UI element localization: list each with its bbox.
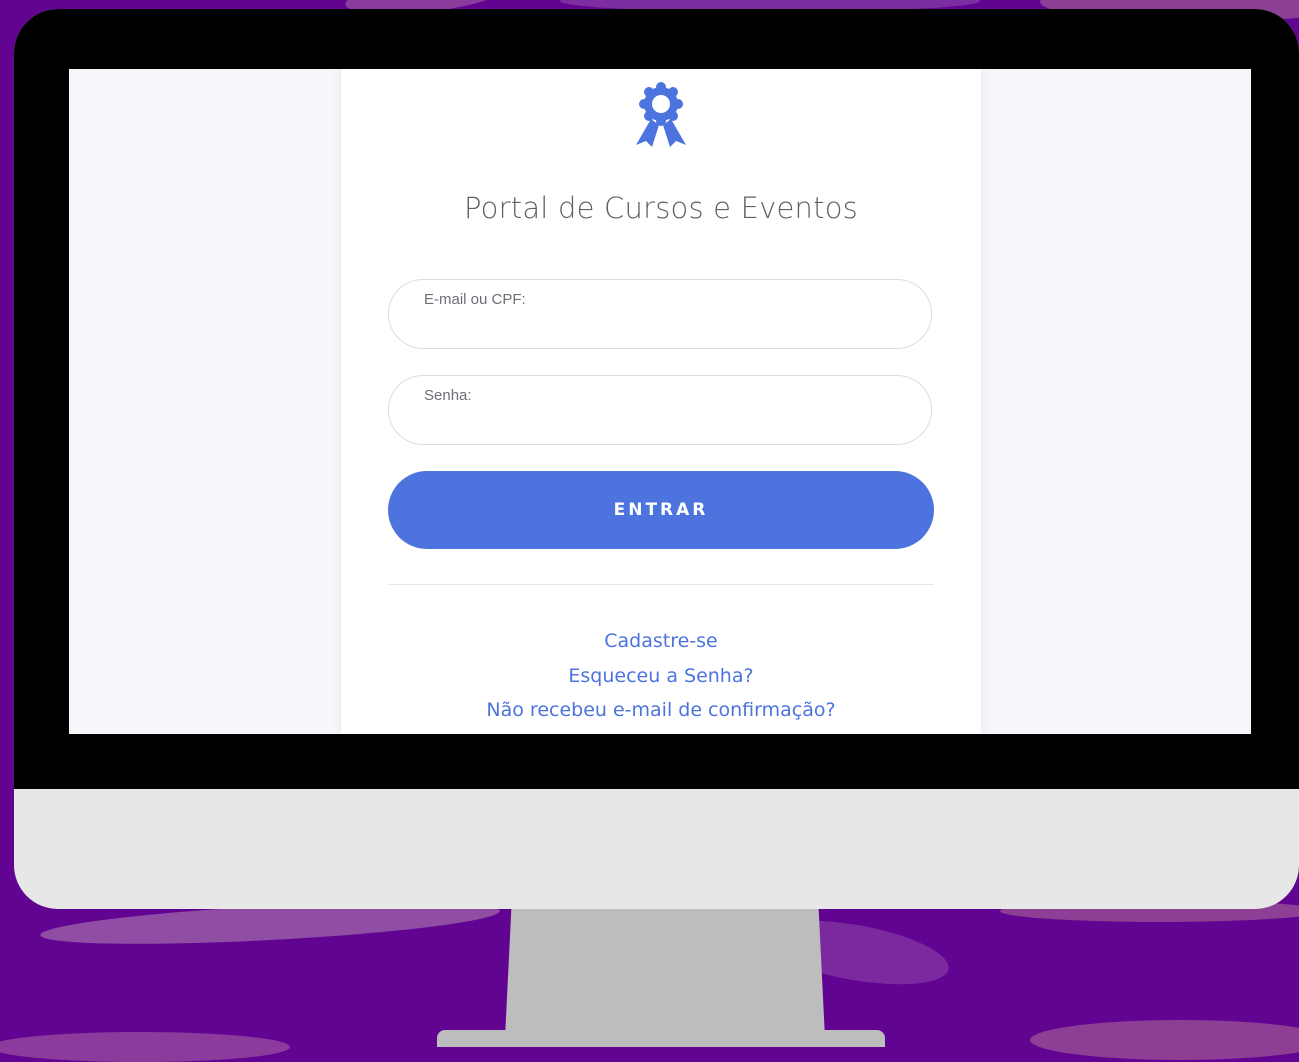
password-label: Senha: <box>424 387 472 404</box>
email-label: E-mail ou CPF: <box>424 291 526 308</box>
auth-links: Cadastre-se Esqueceu a Senha? Não recebe… <box>341 624 981 728</box>
background-streak <box>1030 1020 1299 1060</box>
background-streak <box>0 1032 290 1062</box>
email-field[interactable]: E-mail ou CPF: <box>388 279 932 349</box>
divider <box>388 584 934 585</box>
password-input[interactable] <box>423 410 897 438</box>
monitor-stand <box>505 908 825 1038</box>
screen: Portal de Cursos e Eventos E-mail ou CPF… <box>69 69 1251 734</box>
login-card: Portal de Cursos e Eventos E-mail ou CPF… <box>341 69 981 734</box>
forgot-password-link[interactable]: Esqueceu a Senha? <box>341 659 981 694</box>
page-title: Portal de Cursos e Eventos <box>464 191 858 225</box>
email-input[interactable] <box>423 314 897 342</box>
resend-confirmation-link[interactable]: Não recebeu e-mail de confirmação? <box>341 693 981 728</box>
monitor-stand-base <box>437 1030 885 1047</box>
register-link[interactable]: Cadastre-se <box>341 624 981 659</box>
login-button[interactable]: ENTRAR <box>388 471 934 549</box>
password-field[interactable]: Senha: <box>388 375 932 445</box>
award-ribbon-icon <box>636 82 686 147</box>
